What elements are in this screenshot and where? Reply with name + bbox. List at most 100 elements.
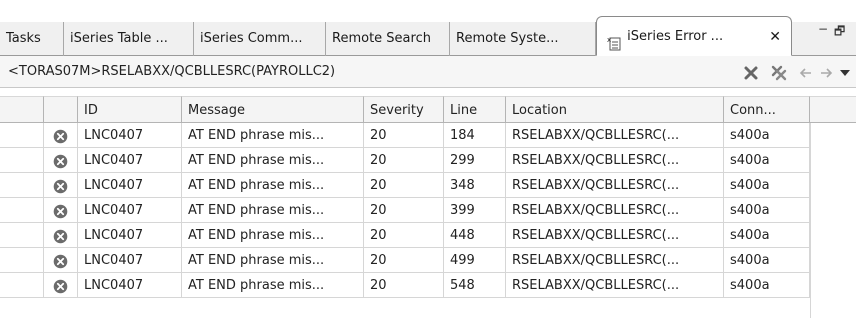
error-icon — [53, 253, 68, 269]
cell-id: LNC0407 — [78, 123, 182, 148]
cell-severity: 20 — [364, 248, 444, 273]
column-header-id[interactable]: ID — [78, 96, 182, 123]
cell-message: AT END phrase mis... — [182, 148, 364, 173]
cell-status — [44, 223, 78, 248]
table-row[interactable]: LNC0407 AT END phrase mis... 20 299 RSELABXX… — [0, 148, 856, 173]
column-header-status[interactable] — [44, 96, 78, 123]
view-menu-icon[interactable] — [838, 64, 856, 82]
cell-status — [44, 148, 78, 173]
tab-remote-search[interactable]: Remote Search — [326, 22, 450, 56]
error-icon — [53, 153, 68, 169]
error-icon — [53, 203, 68, 219]
column-header-severity[interactable]: Severity — [364, 96, 444, 123]
cell-line: 499 — [444, 248, 506, 273]
cell-message: AT END phrase mis... — [182, 123, 364, 148]
column-header-connection[interactable]: Conn... — [724, 96, 810, 123]
cell-message: AT END phrase mis... — [182, 248, 364, 273]
error-list-icon: x — [607, 28, 621, 50]
cell-location: RSELABXX/QCBLLESRC(... — [506, 148, 724, 173]
remove-icon[interactable] — [742, 64, 760, 82]
column-header-message[interactable]: Message — [182, 96, 364, 123]
cell-blank — [0, 198, 44, 223]
close-icon[interactable]: ✕ — [769, 17, 781, 55]
error-list-table: ID Message Severity Line Location Conn..… — [0, 96, 856, 318]
table-row[interactable]: LNC0407 AT END phrase mis... 20 348 RSELABXX… — [0, 173, 856, 198]
table-row[interactable]: LNC0407 AT END phrase mis... 20 184 RSELABXX… — [0, 123, 856, 148]
error-icon — [53, 178, 68, 194]
table-row[interactable]: LNC0407 AT END phrase mis... 20 399 RSELABXX… — [0, 198, 856, 223]
cell-message: AT END phrase mis... — [182, 198, 364, 223]
cell-message: AT END phrase mis... — [182, 273, 364, 298]
cell-connection: s400a — [724, 173, 810, 198]
cell-line: 348 — [444, 173, 506, 198]
cell-blank — [0, 248, 44, 273]
table-row[interactable]: LNC0407 AT END phrase mis... 20 548 RSELABXX… — [0, 273, 856, 298]
cell-status — [44, 248, 78, 273]
cell-id: LNC0407 — [78, 173, 182, 198]
column-header-blank[interactable] — [0, 96, 44, 123]
cell-blank — [0, 173, 44, 198]
cell-status — [44, 198, 78, 223]
table-row[interactable]: LNC0407 AT END phrase mis... 20 448 RSELABXX… — [0, 223, 856, 248]
view-toolbar: <TORAS07M>RSELABXX/QCBLLESRC(PAYROLLC2) — [0, 56, 856, 88]
cell-id: LNC0407 — [78, 148, 182, 173]
tab-label: Tasks — [6, 31, 41, 46]
tab-label: iSeries Table ... — [70, 31, 168, 46]
cell-id: LNC0407 — [78, 273, 182, 298]
cell-line: 448 — [444, 223, 506, 248]
cell-connection: s400a — [724, 223, 810, 248]
tab-label: iSeries Comm... — [200, 31, 303, 46]
table-row[interactable]: LNC0407 AT END phrase mis... 20 499 RSELABXX… — [0, 248, 856, 273]
cell-location: RSELABXX/QCBLLESRC(... — [506, 123, 724, 148]
view-tab-bar: Tasks iSeries Table ... iSeries Comm... … — [0, 16, 856, 56]
tab-tasks[interactable]: Tasks — [0, 22, 64, 56]
tab-remote-systems[interactable]: Remote Syste... — [450, 22, 596, 56]
cell-connection: s400a — [724, 248, 810, 273]
tab-iseries-commands[interactable]: iSeries Comm... — [194, 22, 326, 56]
tab-iseries-table[interactable]: iSeries Table ... — [64, 22, 194, 56]
cell-location: RSELABXX/QCBLLESRC(... — [506, 198, 724, 223]
cell-line: 299 — [444, 148, 506, 173]
cell-status — [44, 123, 78, 148]
back-arrow-icon[interactable] — [796, 64, 814, 82]
cell-connection: s400a — [724, 198, 810, 223]
tab-iseries-error-list[interactable]: x iSeries Error ... ✕ — [596, 16, 792, 56]
cell-blank — [0, 123, 44, 148]
source-member-path: <TORAS07M>RSELABXX/QCBLLESRC(PAYROLLC2) — [8, 64, 336, 79]
cell-id: LNC0407 — [78, 198, 182, 223]
cell-connection: s400a — [724, 123, 810, 148]
tab-label: Remote Syste... — [456, 31, 559, 46]
cell-location: RSELABXX/QCBLLESRC(... — [506, 173, 724, 198]
column-header-filler — [810, 96, 856, 123]
cell-severity: 20 — [364, 223, 444, 248]
error-icon — [53, 228, 68, 244]
cell-message: AT END phrase mis... — [182, 173, 364, 198]
cell-line: 548 — [444, 273, 506, 298]
cell-severity: 20 — [364, 273, 444, 298]
minimize-icon[interactable]: − — [818, 22, 828, 36]
cell-id: LNC0407 — [78, 248, 182, 273]
cell-severity: 20 — [364, 148, 444, 173]
table-filler-column — [810, 123, 856, 318]
cell-line: 399 — [444, 198, 506, 223]
column-header-line[interactable]: Line — [444, 96, 506, 123]
cell-status — [44, 273, 78, 298]
remove-all-icon[interactable] — [770, 64, 788, 82]
tab-label: iSeries Error ... — [627, 29, 724, 44]
svg-text:x: x — [607, 36, 611, 44]
forward-arrow-icon[interactable] — [818, 64, 836, 82]
cell-location: RSELABXX/QCBLLESRC(... — [506, 223, 724, 248]
cell-line: 184 — [444, 123, 506, 148]
error-icon — [53, 128, 68, 144]
cell-connection: s400a — [724, 148, 810, 173]
error-icon — [53, 278, 68, 294]
column-header-location[interactable]: Location — [506, 96, 724, 123]
cell-message: AT END phrase mis... — [182, 223, 364, 248]
maximize-icon[interactable]: 🗗 — [834, 22, 845, 43]
tab-label: Remote Search — [332, 31, 431, 46]
cell-location: RSELABXX/QCBLLESRC(... — [506, 248, 724, 273]
cell-id: LNC0407 — [78, 223, 182, 248]
cell-location: RSELABXX/QCBLLESRC(... — [506, 273, 724, 298]
cell-severity: 20 — [364, 123, 444, 148]
cell-blank — [0, 273, 44, 298]
